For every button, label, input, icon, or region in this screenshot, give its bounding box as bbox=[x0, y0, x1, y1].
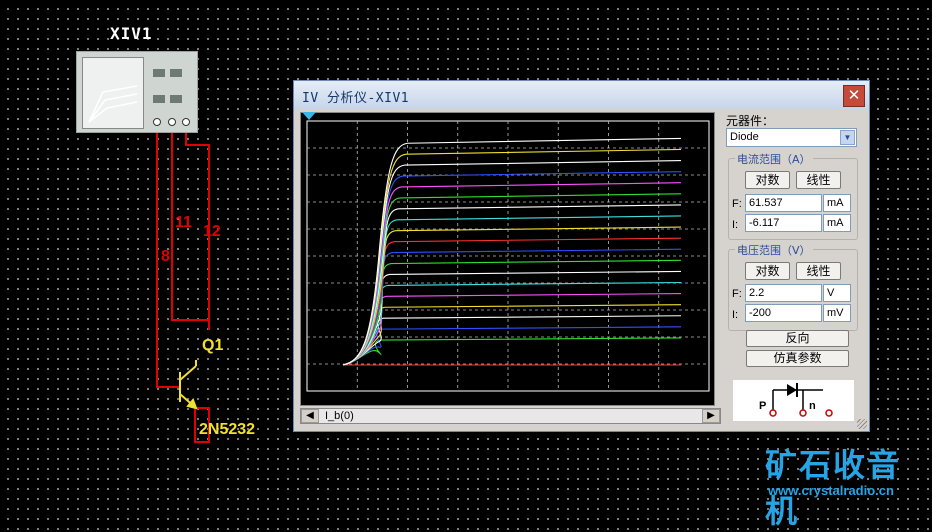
preview-pin-p: P bbox=[759, 400, 767, 412]
iv-curve bbox=[342, 259, 682, 366]
instrument-pin-2[interactable] bbox=[168, 118, 176, 126]
current-linear-button[interactable]: 线性 bbox=[796, 171, 841, 189]
scroll-left-arrow-icon[interactable]: ◀ bbox=[301, 409, 319, 423]
iv-curve bbox=[342, 337, 682, 366]
current-initial-input[interactable]: -6.117 bbox=[745, 214, 822, 232]
scroll-right-arrow-icon[interactable]: ▶ bbox=[702, 409, 720, 423]
preview-pin-n: n bbox=[809, 400, 816, 412]
voltage-initial-unit[interactable]: mV bbox=[823, 304, 851, 322]
scroll-curve-label: I_b(0) bbox=[325, 410, 354, 422]
transistor-symbol[interactable] bbox=[179, 360, 198, 410]
instrument-knob-icon bbox=[170, 95, 182, 103]
iv-plot-svg bbox=[306, 120, 710, 392]
voltage-final-input[interactable]: 2.2 bbox=[745, 284, 822, 302]
iv-analyzer-instrument[interactable] bbox=[76, 51, 198, 133]
resize-grip-icon[interactable] bbox=[857, 419, 867, 429]
current-final-unit[interactable]: mA bbox=[823, 194, 851, 212]
instrument-label: XIV1 bbox=[110, 24, 153, 43]
instrument-knob-icon bbox=[153, 69, 165, 77]
instrument-pin-3[interactable] bbox=[182, 118, 190, 126]
transistor-ref-label: Q1 bbox=[202, 337, 224, 354]
instrument-knob-icon bbox=[170, 69, 182, 77]
voltage-linear-button[interactable]: 线性 bbox=[796, 262, 841, 280]
wire-label-11: 11 bbox=[175, 214, 192, 231]
voltage-initial-input[interactable]: -200 bbox=[745, 304, 822, 322]
diode-symbol-icon bbox=[769, 383, 833, 417]
current-final-input[interactable]: 61.537 bbox=[745, 194, 822, 212]
sim-params-button[interactable]: 仿真参数 bbox=[746, 350, 849, 367]
window-titlebar[interactable]: IV 分析仪-XIV1 ✕ bbox=[294, 81, 869, 109]
voltage-initial-label: I: bbox=[732, 309, 739, 321]
current-initial-unit[interactable]: mA bbox=[823, 214, 851, 232]
current-log-button[interactable]: 对数 bbox=[745, 171, 790, 189]
reverse-button[interactable]: 反向 bbox=[746, 330, 849, 347]
watermark-url: www.crystalradio.cn bbox=[768, 483, 894, 498]
current-final-label: F: bbox=[732, 198, 742, 210]
component-label: 元器件： bbox=[726, 114, 775, 128]
current-initial-label: I: bbox=[732, 219, 739, 231]
current-range-title: 电流范围（A） bbox=[735, 151, 813, 167]
chevron-down-icon[interactable]: ▼ bbox=[840, 130, 855, 145]
instrument-pin-1[interactable] bbox=[153, 118, 161, 126]
voltage-final-unit[interactable]: V bbox=[823, 284, 851, 302]
iv-plot[interactable] bbox=[300, 112, 715, 406]
close-button[interactable]: ✕ bbox=[843, 85, 865, 107]
iv-analyzer-window[interactable]: IV 分析仪-XIV1 ✕ ◀ I_b(0) ▶ 元器件： Diode ▼ 电流… bbox=[293, 80, 870, 432]
instrument-screen-icon bbox=[82, 57, 144, 129]
voltage-final-label: F: bbox=[732, 288, 742, 300]
component-select-value: Diode bbox=[730, 131, 759, 143]
wire-label-12: 12 bbox=[203, 223, 221, 240]
component-select[interactable]: Diode ▼ bbox=[726, 128, 857, 147]
iv-curve bbox=[342, 304, 682, 366]
voltage-log-button[interactable]: 对数 bbox=[745, 262, 790, 280]
cursor-marker-icon[interactable] bbox=[302, 112, 316, 120]
curve-selector-scrollbar[interactable]: ◀ I_b(0) ▶ bbox=[300, 408, 721, 424]
transistor-part-label: 2N5232 bbox=[199, 421, 256, 438]
instrument-knob-icon bbox=[153, 95, 165, 103]
wire-label-8: 8 bbox=[161, 248, 170, 265]
diode-preview: P n bbox=[733, 380, 854, 421]
voltage-range-title: 电压范围（V） bbox=[735, 242, 813, 258]
window-title: IV 分析仪-XIV1 bbox=[302, 91, 410, 106]
iv-curve bbox=[342, 237, 682, 366]
iv-curve bbox=[342, 326, 682, 366]
